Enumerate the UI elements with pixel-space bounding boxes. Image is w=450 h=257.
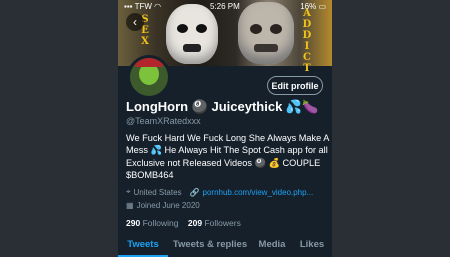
website-link[interactable]: pornhub.com/view_video.php... [203,188,314,197]
edit-profile-button[interactable]: Edit profile [267,76,323,95]
clock: 5:26 PM [210,1,240,11]
joined-text: Joined June 2020 [136,201,200,210]
battery-icon: ▭ [318,1,326,11]
joined-row: ▦ Joined June 2020 [126,201,200,210]
avatar[interactable] [127,55,171,99]
profile-meta-row: ⌖ United States 🔗 pornhub.com/view_video… [126,187,313,197]
link-icon: 🔗 [189,187,200,197]
wifi-icon: ◠ [154,1,162,11]
follow-stats: 290 Following 209 Followers [126,218,241,228]
back-arrow-icon[interactable]: ‹ [126,13,144,31]
user-handle: @TeamXRatedxxx [126,116,201,126]
status-bar: ▪▪▪ TFW ◠ 5:26 PM 16% ▭ [118,0,332,12]
tab-likes[interactable]: Likes [292,235,332,257]
profile-screen: S E X A D D I C T ▪▪▪ TFW ◠ 5:26 PM 16% … [118,0,332,257]
battery-indicator: 16% ▭ [300,1,326,11]
banner-mask-left-image [166,4,218,64]
location-text: United States [133,187,182,197]
profile-tabs: Tweets Tweets & replies Media Likes [118,235,332,257]
carrier-label: ▪▪▪ TFW ◠ [124,1,162,11]
location-pin-icon: ⌖ [126,187,131,196]
calendar-icon: ▦ [126,201,134,210]
profile-bio: We Fuck Hard We Fuck Long She Always Mak… [126,133,329,180]
banner-right-text: A D D I C T [302,8,312,74]
tab-tweets-replies[interactable]: Tweets & replies [168,235,252,257]
tab-tweets[interactable]: Tweets [118,235,168,257]
tab-media[interactable]: Media [252,235,292,257]
display-name: LongHorn 🎱 Juiceythick 💦🍆 [126,99,319,114]
following-link[interactable]: 290 Following [126,218,178,228]
avatar-hat [135,58,163,67]
followers-link[interactable]: 209 Followers [188,218,241,228]
